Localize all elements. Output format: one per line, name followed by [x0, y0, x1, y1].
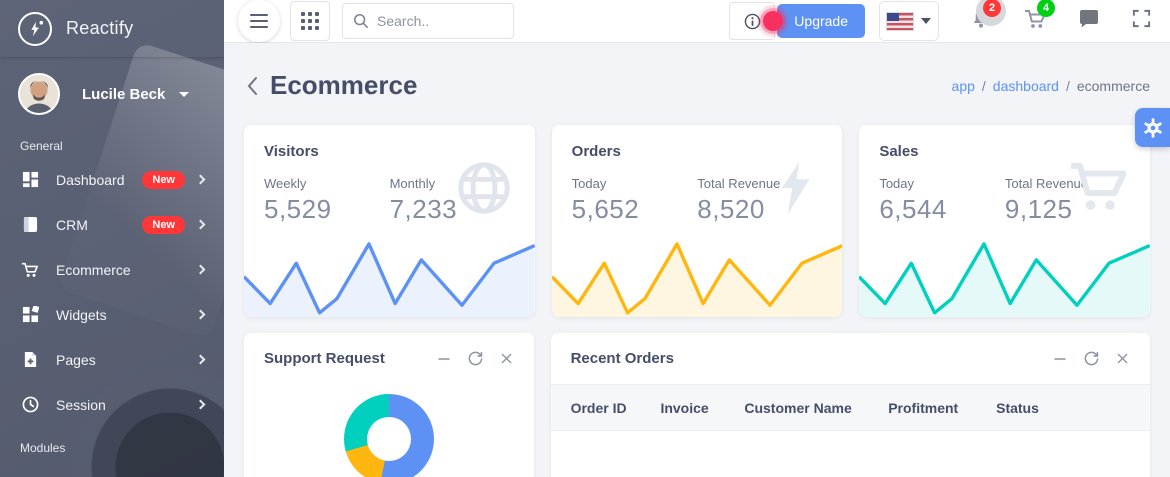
settings-gear-button[interactable] — [1135, 108, 1170, 147]
sales-sparkline — [859, 233, 1150, 317]
breadcrumb-app[interactable]: app — [952, 78, 975, 94]
col-invoice[interactable]: Invoice — [652, 385, 736, 431]
new-badge: New — [142, 215, 185, 234]
sidebar-item-ecommerce[interactable]: Ecommerce — [0, 247, 224, 292]
notifications-button[interactable]: 2 — [969, 0, 1006, 36]
chevron-down-icon — [921, 18, 931, 24]
language-selector[interactable] — [879, 1, 939, 41]
reactify-logo-icon — [18, 11, 52, 46]
support-request-card: Support Request — [244, 333, 534, 477]
refresh-icon[interactable] — [467, 350, 484, 367]
orders-sparkline — [551, 233, 843, 317]
section-general: General — [20, 139, 63, 153]
page-title: Ecommerce — [270, 70, 418, 100]
back-chevron-icon[interactable] — [246, 76, 258, 96]
sidebar-item-crm[interactable]: CRM New — [0, 202, 224, 247]
card-title: Visitors — [264, 143, 319, 160]
topbar: Upgrade 2 4 — [224, 0, 1170, 43]
card-title: Orders — [571, 143, 621, 160]
cart-icon — [1068, 159, 1128, 220]
sidebar-item-dashboard[interactable]: Dashboard New — [0, 157, 224, 202]
breadcrumb-dashboard[interactable]: dashboard — [993, 78, 1059, 94]
section-modules: Modules — [20, 441, 66, 455]
breadcrumb: app / dashboard / ecommerce — [951, 77, 1150, 94]
visitors-card: Visitors Weekly 5,529 Monthly 7,233 — [244, 125, 535, 317]
sidebar: Reactify Lucile Beck General Dashboard N… — [0, 0, 224, 477]
col-status[interactable]: Status — [988, 385, 1150, 431]
brand-header[interactable]: Reactify — [0, 0, 224, 57]
sidebar-item-session[interactable]: Session — [0, 382, 224, 427]
panel-title: Recent Orders — [570, 350, 674, 367]
crm-icon — [20, 215, 40, 235]
close-icon[interactable] — [499, 351, 514, 366]
new-badge: New — [142, 170, 185, 189]
user-name: Lucile Beck — [82, 85, 166, 103]
search-icon — [354, 14, 368, 28]
chevron-down-icon — [179, 91, 190, 97]
upgrade-button[interactable]: Upgrade — [777, 4, 865, 38]
search-input[interactable] — [377, 13, 487, 29]
pages-icon — [20, 350, 40, 370]
us-flag-icon — [887, 12, 913, 30]
menu-toggle-button[interactable] — [238, 0, 280, 42]
cart-count-badge: 4 — [1037, 0, 1055, 17]
visitors-sparkline — [244, 233, 535, 317]
session-icon — [20, 395, 40, 415]
sidebar-item-widgets[interactable]: Widgets — [0, 292, 224, 337]
table-header-row: Order ID Invoice Customer Name Profitmen… — [550, 384, 1150, 431]
breadcrumb-current: ecommerce — [1076, 77, 1150, 94]
recent-orders-card: Recent Orders Order ID Invoice Customer … — [550, 333, 1150, 477]
recent-orders-table: Order ID Invoice Customer Name Profitmen… — [550, 384, 1150, 431]
chevron-right-icon — [195, 219, 206, 230]
brand-name: Reactify — [66, 18, 134, 38]
sidebar-item-pages[interactable]: Pages — [0, 337, 224, 382]
chat-button[interactable] — [1077, 7, 1101, 36]
notifications-count-badge: 2 — [983, 0, 1001, 17]
info-icon — [744, 13, 761, 29]
cart-button[interactable]: 4 — [1023, 0, 1055, 36]
card-title: Sales — [879, 143, 919, 160]
content-area: Ecommerce app / dashboard / ecommerce Vi… — [224, 43, 1170, 477]
panel-title: Support Request — [264, 350, 385, 367]
orders-card: Orders Today 5,652 Total Revenue 8,520 — [551, 125, 843, 317]
close-icon[interactable] — [1115, 351, 1130, 366]
col-profitment[interactable]: Profitment — [880, 385, 988, 431]
chevron-right-icon — [195, 174, 206, 185]
flash-icon — [770, 159, 820, 222]
user-menu[interactable]: Lucile Beck — [0, 57, 224, 125]
support-request-donut-chart — [343, 394, 434, 477]
dashboard-icon — [20, 170, 40, 190]
col-order-id[interactable]: Order ID — [551, 385, 653, 431]
chat-icon — [1080, 9, 1098, 27]
widgets-icon — [20, 305, 40, 325]
chevron-right-icon — [195, 354, 206, 365]
search-box[interactable] — [342, 3, 514, 39]
sales-card: Sales Today 6,544 Total Revenue 9,125 — [859, 125, 1150, 317]
col-customer-name[interactable]: Customer Name — [736, 385, 880, 431]
chevron-right-icon — [195, 399, 206, 410]
gear-icon — [1143, 117, 1162, 138]
app-root: Reactify Lucile Beck General Dashboard N… — [0, 0, 1170, 477]
chevron-right-icon — [195, 309, 206, 320]
collapse-icon[interactable] — [1052, 351, 1068, 367]
globe-icon — [455, 159, 513, 222]
cart-icon — [20, 260, 40, 280]
collapse-icon[interactable] — [436, 351, 452, 367]
avatar — [18, 73, 60, 115]
apps-grid-icon — [301, 12, 319, 30]
fullscreen-icon — [1132, 9, 1151, 28]
refresh-icon[interactable] — [1083, 350, 1100, 367]
apps-grid-button[interactable] — [290, 1, 330, 41]
fullscreen-button[interactable] — [1131, 8, 1152, 34]
chevron-right-icon — [195, 264, 206, 275]
